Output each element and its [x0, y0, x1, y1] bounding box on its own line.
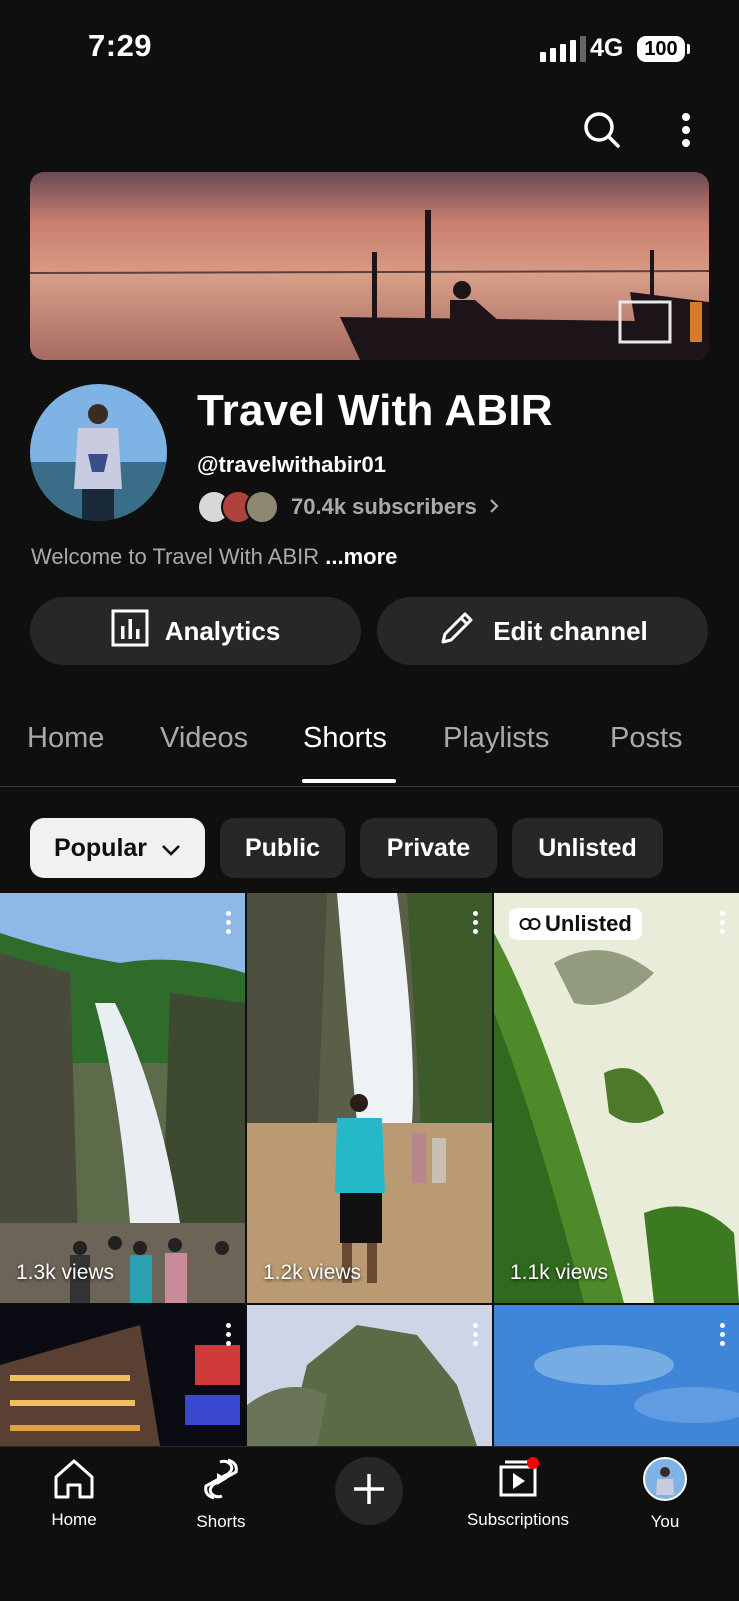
channel-banner[interactable]	[30, 172, 709, 360]
link-icon	[519, 911, 541, 937]
plus-icon	[351, 1471, 387, 1512]
filter-unlisted[interactable]: Unlisted	[512, 818, 663, 878]
active-tab-indicator	[302, 779, 396, 783]
battery-tip	[687, 44, 690, 54]
edit-channel-button[interactable]: Edit channel	[377, 597, 708, 665]
short-thumbnail[interactable]: Unlisted 1.1k views	[494, 893, 739, 1303]
bar-chart-icon	[111, 609, 149, 654]
more-link[interactable]: ...more	[325, 544, 397, 569]
nav-you-label: You	[650, 1512, 680, 1531]
view-count: 1.2k views	[263, 1261, 362, 1284]
search-icon[interactable]	[580, 108, 624, 152]
subscribers-row[interactable]: 70.4k subscribers	[197, 490, 499, 524]
channel-description[interactable]: Welcome to Travel With ABIR ...more	[31, 544, 397, 570]
bottom-navigation: Home Shorts Subscriptions You	[0, 1446, 739, 1601]
nav-subscriptions[interactable]: Subscriptions	[458, 1457, 578, 1530]
description-text: Welcome to Travel With ABIR	[31, 544, 320, 569]
nav-home-label: Home	[51, 1510, 97, 1529]
channel-tabs: Home Videos Shorts Playlists Posts	[0, 700, 739, 787]
short-thumbnail[interactable]	[247, 1305, 492, 1446]
short-thumbnail[interactable]	[0, 1305, 245, 1446]
more-vert-icon[interactable]	[472, 1323, 478, 1346]
subscriptions-icon	[495, 1457, 541, 1504]
nav-shorts-label: Shorts	[196, 1512, 246, 1531]
more-vert-icon[interactable]	[225, 1323, 231, 1346]
network-label: 4G	[590, 34, 624, 62]
channel-handle: @travelwithabir01	[197, 452, 386, 477]
tab-posts[interactable]: Posts	[610, 722, 683, 755]
subscriber-count: 70.4k subscribers	[291, 494, 477, 519]
pencil-icon	[437, 608, 477, 655]
filter-popular[interactable]: Popular	[30, 818, 205, 878]
tab-shorts[interactable]: Shorts	[303, 722, 387, 755]
analytics-label: Analytics	[164, 615, 281, 646]
short-thumbnail[interactable]: 1.3k views	[0, 893, 245, 1303]
unlisted-label: Unlisted	[545, 911, 632, 936]
filter-public[interactable]: Public	[220, 818, 345, 878]
unlisted-badge: Unlisted	[509, 908, 642, 940]
nav-shorts[interactable]: Shorts	[190, 1457, 252, 1532]
tab-playlists[interactable]: Playlists	[443, 722, 549, 755]
home-icon	[52, 1457, 96, 1504]
analytics-button[interactable]: Analytics	[30, 597, 361, 665]
more-vert-icon[interactable]	[719, 1323, 725, 1346]
chevron-right-icon	[489, 494, 499, 520]
view-count: 1.1k views	[510, 1261, 609, 1284]
channel-name: Travel With ABIR	[197, 386, 553, 435]
battery-icon: 100	[637, 36, 685, 62]
filter-popular-label: Popular	[53, 833, 148, 862]
create-button[interactable]	[335, 1457, 403, 1525]
short-thumbnail[interactable]: 1.2k views	[247, 893, 492, 1303]
tab-videos[interactable]: Videos	[160, 722, 248, 755]
subscriber-avatars	[197, 490, 279, 524]
tab-home[interactable]: Home	[27, 722, 104, 755]
status-time: 7:29	[88, 28, 153, 63]
more-vert-icon[interactable]	[719, 911, 725, 934]
more-vert-icon[interactable]	[225, 911, 231, 934]
profile-avatar	[643, 1457, 687, 1506]
nav-home[interactable]: Home	[46, 1457, 102, 1530]
short-thumbnail[interactable]	[494, 1305, 739, 1446]
filter-private[interactable]: Private	[360, 818, 497, 878]
view-count: 1.3k views	[16, 1261, 115, 1284]
chevron-down-icon	[161, 834, 181, 863]
signal-icon	[540, 36, 586, 62]
nav-you[interactable]: You	[640, 1457, 690, 1532]
nav-subscriptions-label: Subscriptions	[466, 1510, 570, 1529]
shorts-icon	[201, 1457, 241, 1506]
more-vert-icon[interactable]	[664, 108, 708, 152]
more-vert-icon[interactable]	[472, 911, 478, 934]
edit-channel-label: Edit channel	[493, 615, 648, 646]
channel-avatar[interactable]	[30, 384, 167, 521]
